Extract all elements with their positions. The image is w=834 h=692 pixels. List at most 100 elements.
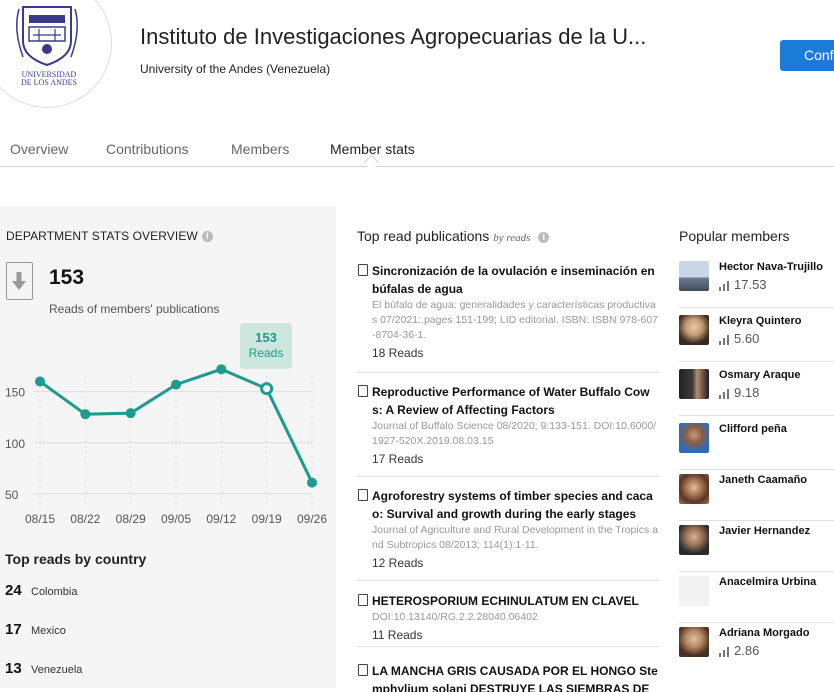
member-item[interactable]: Kleyra Quintero 5.60 [679, 310, 834, 362]
data-point [35, 376, 45, 387]
member-score: 5.60 [719, 331, 759, 346]
countries-title: Top reads by country [5, 551, 147, 567]
x-tick-label: 08/22 [70, 512, 100, 526]
document-icon [358, 385, 368, 397]
bar-chart-icon [719, 334, 730, 345]
logo-text: UNIVERSIDAD DE LOS ANDES [20, 70, 77, 87]
tab-members[interactable]: Members [231, 141, 289, 157]
tab-overview[interactable]: Overview [10, 141, 68, 157]
member-name[interactable]: Janeth Caamaño [719, 474, 807, 486]
publication-meta: Journal of Agriculture and Rural Develop… [372, 524, 658, 551]
publication-reads: 11 Reads [372, 628, 423, 642]
publications-title: Top read publications by reads i [357, 228, 550, 244]
institution-logo: UNIVERSIDAD DE LOS ANDES [0, 0, 112, 108]
avatar[interactable] [679, 576, 709, 606]
info-icon[interactable]: i [201, 231, 213, 243]
publication-meta: Journal of Buffalo Science 08/2020; 9:13… [372, 420, 657, 447]
data-point [307, 477, 317, 488]
data-point [125, 408, 136, 419]
member-name[interactable]: Osmary Araque [719, 369, 801, 381]
data-point [216, 364, 227, 375]
member-item[interactable]: Anacelmira Urbina [679, 571, 834, 623]
avatar[interactable] [679, 627, 709, 657]
publication-title[interactable]: Agroforestry systems of timber species a… [372, 487, 659, 523]
member-item[interactable]: Janeth Caamaño [679, 469, 834, 521]
country-name: Venezuela [31, 664, 83, 676]
department-stats-panel: DEPARTMENT STATS OVERVIEW i 153 Reads of … [0, 206, 336, 688]
members-title: Popular members [679, 228, 790, 244]
publication-item: Reproductive Performance of Water Buffal… [357, 383, 659, 477]
member-score: 9.18 [719, 385, 759, 400]
x-tick-label: 09/05 [161, 512, 191, 526]
document-icon [358, 489, 368, 501]
publication-item: Agroforestry systems of timber species a… [357, 487, 659, 581]
tab-bar: Overview Contributions Members Member st… [0, 141, 834, 167]
member-score: 2.86 [719, 643, 759, 658]
publication-item: HETEROSPORIUM ECHINULATUM EN CLAVEL DOI:… [357, 592, 659, 647]
publication-reads: 18 Reads [372, 346, 424, 360]
document-icon [358, 594, 368, 606]
member-item[interactable]: Osmary Araque 9.18 [679, 364, 834, 416]
publication-meta: El búfalo de agua: generalidades y carac… [372, 299, 659, 341]
country-name: Mexico [31, 625, 66, 637]
bar-chart-icon [719, 388, 730, 399]
member-score: 17.53 [719, 277, 767, 292]
data-point [171, 379, 181, 390]
x-tick-label: 09/19 [252, 512, 282, 526]
country-count: 17 [5, 621, 22, 638]
publication-reads: 12 Reads [372, 556, 424, 570]
x-tick-label: 09/12 [206, 512, 236, 526]
x-tick-label: 08/29 [116, 512, 146, 526]
member-name[interactable]: Hector Nava-Trujillo [719, 261, 823, 273]
tab-member-stats[interactable]: Member stats [330, 141, 415, 157]
document-icon [358, 664, 368, 676]
bar-chart-icon [719, 646, 730, 657]
stats-section-label: DEPARTMENT STATS OVERVIEW i [6, 229, 213, 243]
university-seal-icon [16, 6, 78, 67]
member-item[interactable]: Javier Hernandez [679, 520, 834, 572]
member-name[interactable]: Kleyra Quintero [719, 315, 802, 327]
y-tick-label: 100 [5, 437, 25, 451]
tab-contributions[interactable]: Contributions [106, 141, 189, 157]
member-item[interactable]: Adriana Morgado 2.86 [679, 622, 834, 673]
country-row: 24 Colombia [5, 582, 77, 599]
data-point-highlighted [260, 382, 274, 396]
member-item[interactable]: Clifford peña [679, 418, 834, 470]
info-icon[interactable]: i [538, 231, 550, 243]
avatar[interactable] [679, 315, 709, 345]
member-item[interactable]: Hector Nava-Trujillo 17.53 [679, 256, 834, 308]
reads-caption: Reads of members' publications [49, 302, 220, 316]
x-tick-label: 08/15 [25, 512, 55, 526]
document-icon [358, 264, 368, 276]
reads-total: 153 [49, 266, 85, 289]
data-point [80, 409, 91, 420]
country-count: 24 [5, 582, 22, 599]
tooltip-label: Reads [248, 346, 284, 360]
x-tick-label: 09/26 [297, 512, 327, 526]
publication-meta: DOI:10.13140/RG.2.2.28040.06402 [372, 611, 538, 623]
institution-title: Instituto de Investigaciones Agropecuari… [140, 24, 647, 49]
country-row: 13 Venezuela [5, 660, 82, 677]
avatar[interactable] [679, 525, 709, 555]
publication-title[interactable]: Sincronización de la ovulación e insemin… [372, 262, 659, 298]
avatar[interactable] [679, 423, 709, 453]
member-name[interactable]: Clifford peña [719, 423, 787, 435]
avatar[interactable] [679, 261, 709, 291]
member-name[interactable]: Adriana Morgado [719, 627, 809, 639]
publication-title[interactable]: HETEROSPORIUM ECHINULATUM EN CLAVEL [372, 592, 659, 610]
member-name[interactable]: Anacelmira Urbina [719, 576, 816, 588]
institution-subtitle[interactable]: University of the Andes (Venezuela) [140, 62, 330, 76]
publication-title[interactable]: Reproductive Performance of Water Buffal… [372, 383, 659, 419]
reads-icon [6, 262, 33, 300]
member-name[interactable]: Javier Hernandez [719, 525, 810, 537]
tooltip-value: 153 [255, 330, 277, 345]
publication-reads: 17 Reads [372, 452, 424, 466]
bar-chart-icon [719, 280, 730, 291]
follow-button[interactable]: Conf [780, 40, 834, 71]
avatar[interactable] [679, 474, 709, 504]
avatar[interactable] [679, 369, 709, 399]
y-tick-label: 150 [5, 386, 25, 400]
country-count: 13 [5, 660, 22, 677]
publication-item: Sincronización de la ovulación e insemin… [357, 262, 659, 373]
y-tick-label: 50 [5, 488, 19, 502]
